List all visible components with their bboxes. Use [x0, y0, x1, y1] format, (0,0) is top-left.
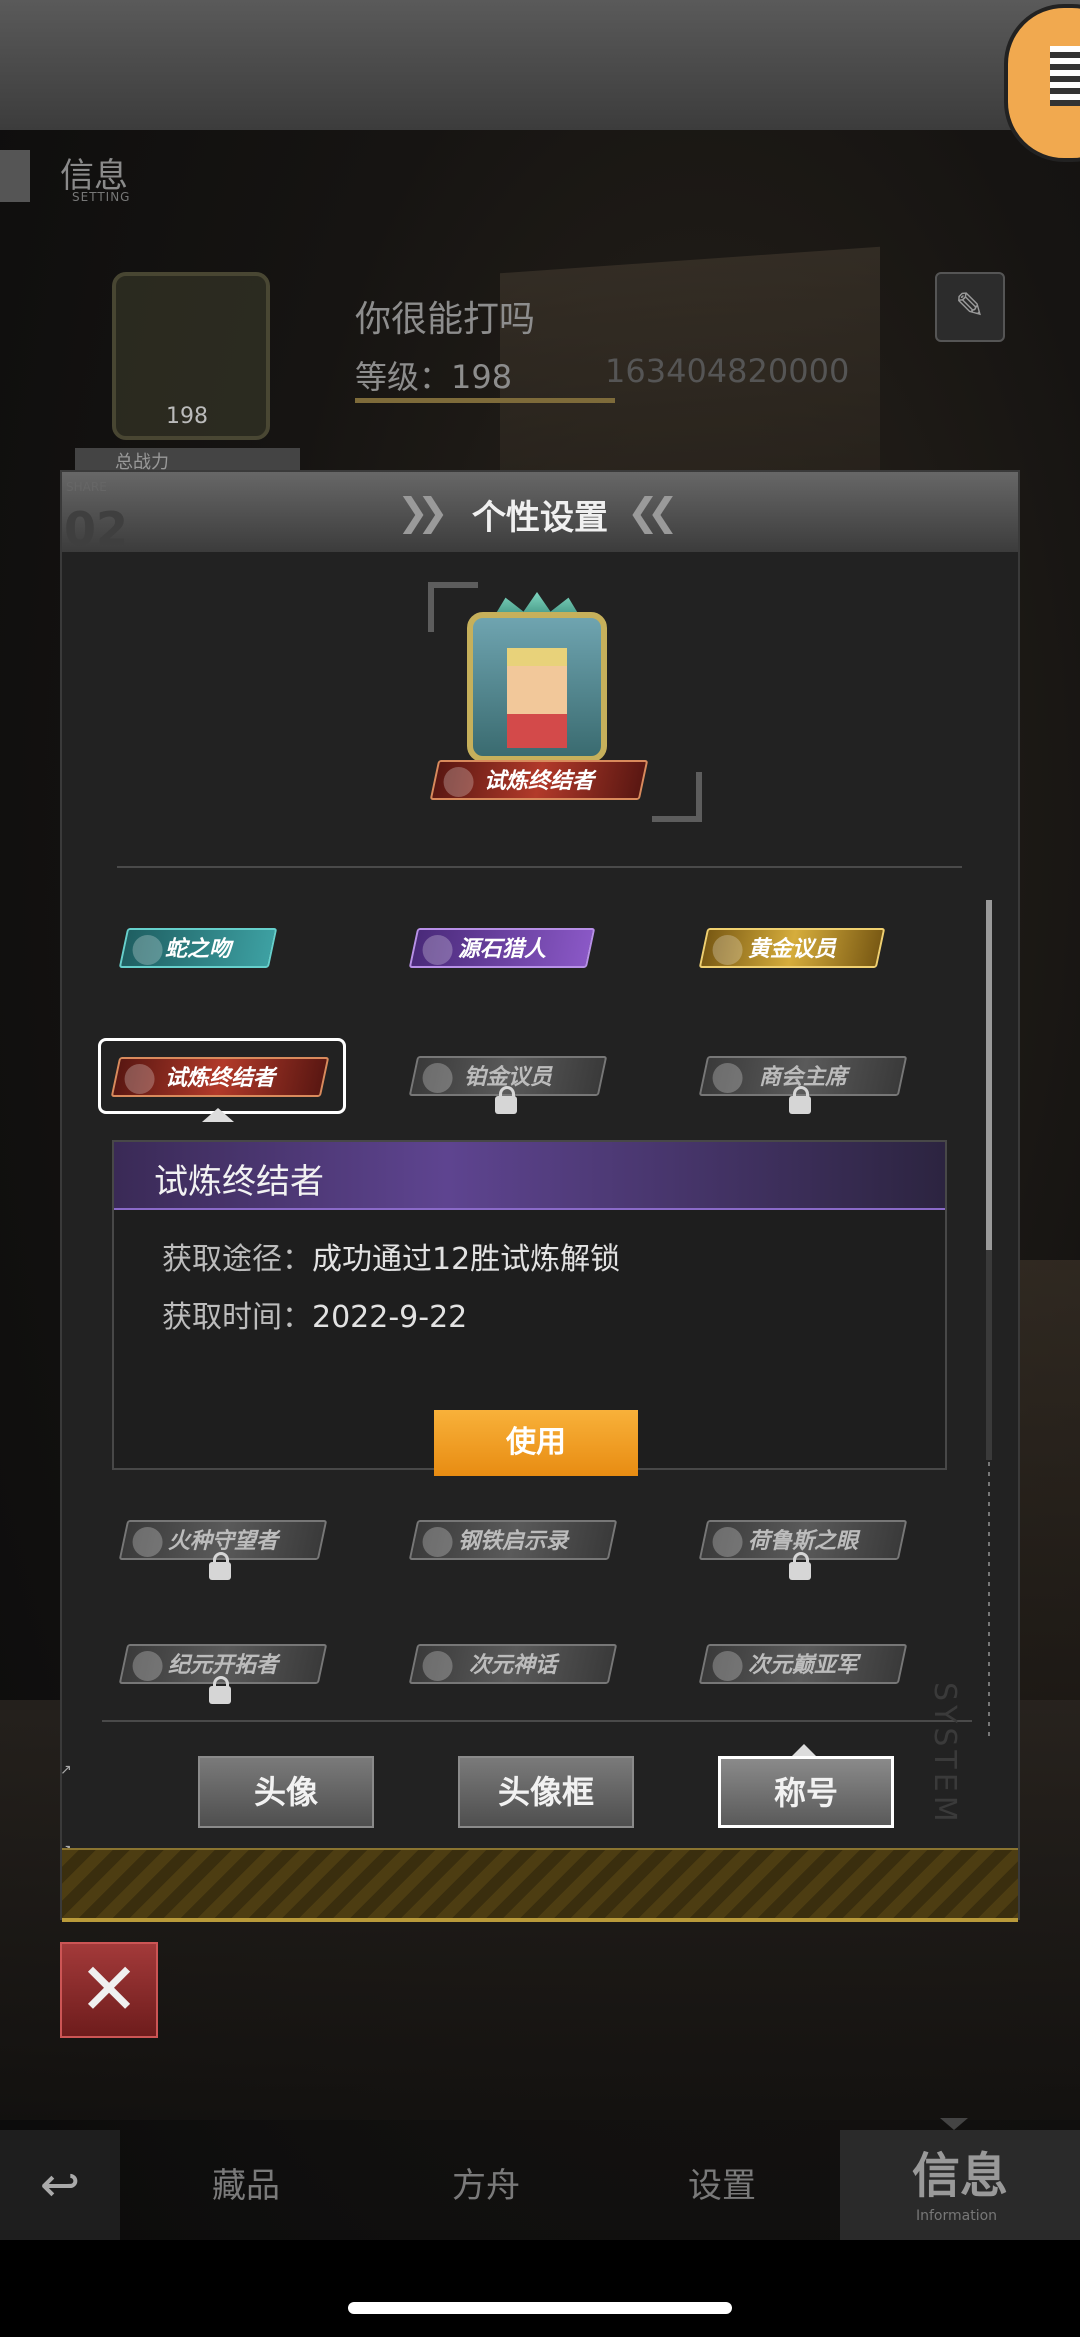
- title-item-locked[interactable]: 钢铁启示录: [407, 1512, 627, 1572]
- nav-ark[interactable]: 方舟: [452, 2158, 520, 2207]
- tab-title[interactable]: 称号: [718, 1756, 894, 1828]
- avatar-body: [507, 714, 567, 748]
- nav-settings[interactable]: 设置: [688, 2158, 756, 2207]
- back-arrow-icon: ↩: [39, 2157, 81, 2213]
- divider: [102, 1720, 972, 1722]
- title-item-locked[interactable]: 荷鲁斯之眼: [697, 1512, 917, 1580]
- modal-title: 个性设置: [472, 498, 608, 538]
- lock-icon: [209, 1676, 231, 1704]
- preview-title-label: 试炼终结者: [483, 769, 594, 794]
- nav-active-marker: [940, 2118, 968, 2130]
- nav-info-sublabel: Information: [916, 2208, 998, 2224]
- power-label: 总战力: [75, 448, 300, 473]
- home-indicator[interactable]: [348, 2302, 732, 2314]
- source-row: 获取途径：成功通过12胜试炼解锁: [162, 1234, 620, 1278]
- top-status-area: [0, 0, 1080, 130]
- modal-header: SHARE 02 ❯❯ 个性设置 ❮❮: [62, 472, 1018, 556]
- title-badge: 次元神话: [408, 1644, 618, 1684]
- nav-info-label: 信息: [912, 2148, 1009, 2204]
- title-badge: 钢铁启示录: [408, 1520, 618, 1560]
- title-item-locked[interactable]: 火种守望者: [117, 1512, 337, 1580]
- lock-icon: [495, 1086, 517, 1114]
- personalization-modal: SHARE 02 ❯❯ 个性设置 ❮❮ 试炼终结者 蛇之吻 源石猎人 黄金议员: [60, 470, 1020, 1922]
- title-item-selected[interactable]: 试炼终结者: [98, 1038, 346, 1114]
- home-bar-area: [0, 2240, 1080, 2337]
- pencil-icon: ✎: [954, 286, 986, 327]
- lock-icon: [789, 1086, 811, 1114]
- back-button[interactable]: ↩: [0, 2130, 120, 2240]
- exp-bar: [355, 398, 615, 403]
- detail-header: 试炼终结者: [114, 1142, 945, 1210]
- tab-avatar-frame[interactable]: 头像框: [458, 1756, 634, 1828]
- info-subtitle: SETTING: [72, 190, 131, 204]
- title-label: 源石猎人: [457, 937, 546, 962]
- title-label: 试炼终结者: [164, 1066, 275, 1091]
- title-badge: 次元巅亚军: [698, 1644, 908, 1684]
- corner-avatar[interactable]: [1004, 4, 1080, 162]
- title-item-locked[interactable]: 次元神话: [407, 1636, 627, 1696]
- preview-frame-corner: [652, 772, 702, 822]
- title-item[interactable]: 蛇之吻: [117, 920, 337, 980]
- time-label: 获取时间：: [162, 1300, 312, 1335]
- title-badge: 蛇之吻: [118, 928, 278, 968]
- player-level: 等级：198: [355, 358, 513, 396]
- divider: [117, 866, 962, 868]
- lock-icon: [209, 1552, 231, 1580]
- title-label: 黄金议员: [747, 937, 836, 962]
- scrollbar-thumb[interactable]: [986, 900, 992, 1250]
- time-value: 2022-9-22: [312, 1300, 468, 1335]
- title-badge: 黄金议员: [698, 928, 886, 968]
- title-item[interactable]: 黄金议员: [697, 920, 917, 980]
- title-badge: 源石猎人: [408, 928, 596, 968]
- active-tab-indicator: [792, 1744, 816, 1756]
- tab-avatar[interactable]: 头像: [198, 1756, 374, 1828]
- preview-title-badge: 试炼终结者: [429, 760, 649, 800]
- title-label: 次元神话: [468, 1653, 557, 1678]
- use-button[interactable]: 使用: [434, 1410, 638, 1476]
- title-label: 次元巅亚军: [747, 1653, 858, 1678]
- preview-avatar: [467, 612, 607, 762]
- player-id: 163404820000: [605, 352, 850, 390]
- player-name: 你很能打吗: [355, 299, 536, 340]
- nav-collection[interactable]: 藏品: [212, 2158, 280, 2207]
- close-icon: ✕: [78, 1947, 140, 2031]
- title-badge: 试炼终结者: [110, 1057, 330, 1097]
- close-button[interactable]: ✕: [60, 1942, 158, 2038]
- title-detail-panel: 试炼终结者 获取途径：成功通过12胜试炼解锁 获取时间：2022-9-22 使用: [112, 1140, 947, 1476]
- scroll-dots: [988, 1462, 990, 1742]
- edit-button[interactable]: ✎: [935, 272, 1005, 342]
- chevron-left-icon: ❮❮: [627, 490, 679, 534]
- background-avatar-level: 198: [166, 404, 208, 429]
- modal-footer-stripes: [62, 1848, 1018, 1920]
- title-item-locked[interactable]: 纪元开拓者: [117, 1636, 337, 1704]
- lock-icon: [789, 1552, 811, 1580]
- system-label: SYSTEM: [927, 1682, 962, 1826]
- source-value: 成功通过12胜试炼解锁: [312, 1242, 621, 1277]
- info-strip: [0, 150, 30, 202]
- title-label: 蛇之吻: [164, 937, 231, 962]
- bottom-nav: ↩ 藏品 方舟 设置 信息 Information: [0, 2118, 1080, 2240]
- source-label: 获取途径：: [162, 1242, 312, 1277]
- arrow-icon: ↗: [60, 1762, 72, 1778]
- detail-title: 试炼终结者: [154, 1162, 324, 1202]
- modal-gold-line: [62, 1918, 1018, 1922]
- title-item[interactable]: 源石猎人: [407, 920, 627, 980]
- title-item-locked[interactable]: 铂金议员: [407, 1048, 627, 1114]
- selection-pointer: [202, 1108, 234, 1122]
- title-item-locked[interactable]: 次元巅亚军: [697, 1636, 917, 1696]
- pixel-character-icon: [1050, 46, 1080, 106]
- time-row: 获取时间：2022-9-22: [162, 1292, 467, 1336]
- title-item-locked[interactable]: 商会主席: [697, 1048, 917, 1114]
- title-label: 钢铁启示录: [457, 1529, 568, 1554]
